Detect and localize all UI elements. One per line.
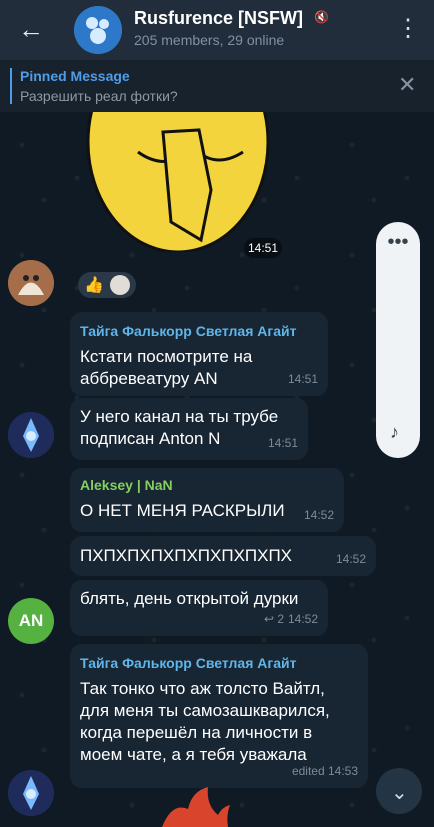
reply-count[interactable]: ↩ 2 xyxy=(264,608,284,630)
chat-header: ← Rusfurence [NSFW] 🔇 205 members, 29 on… xyxy=(0,0,434,60)
music-note-icon: ♪ xyxy=(390,422,399,442)
pinned-text: Разрешить реал фотки? xyxy=(20,88,178,104)
message-time: 14:52 xyxy=(287,612,318,626)
close-pinned-icon[interactable]: ✕ xyxy=(398,72,416,98)
chevron-down-icon: ⌄ xyxy=(391,782,408,804)
edited-time: edited 14:53 xyxy=(291,764,358,778)
message-time: 14:52 xyxy=(335,552,366,566)
message-text: ПХПХПХПХПХПХПХПХПХ xyxy=(80,546,293,565)
message-text: У него канал на ты трубе подписан Anton … xyxy=(80,407,279,448)
message-bubble[interactable]: Тайга Фалькорр Светлая Агайт Так тонко ч… xyxy=(70,644,368,788)
scroll-dots-icon: ••• xyxy=(387,231,409,253)
back-arrow-icon[interactable]: ← xyxy=(18,14,48,44)
pinned-stripe xyxy=(10,68,12,104)
avatar[interactable]: AN xyxy=(8,598,54,644)
facepalm-sticker[interactable] xyxy=(78,112,278,254)
scrollbar-handle[interactable]: ••• ♪ xyxy=(376,222,420,458)
more-options-icon[interactable]: ⋮ xyxy=(396,14,420,44)
sender-name: Aleksey | NaN xyxy=(80,477,173,493)
message-bubble[interactable]: блять, день открытой дурки ↩ 2 14:52 xyxy=(70,580,328,636)
reaction-avatar xyxy=(110,275,130,295)
avatar[interactable] xyxy=(8,770,54,816)
pinned-title: Pinned Message xyxy=(20,68,130,84)
message-bubble[interactable]: Aleksey | NaN О НЕТ МЕНЯ РАСКРЫЛИ 14:52 xyxy=(70,468,344,532)
message-time: 14:51 xyxy=(287,372,318,386)
message-bubble[interactable]: У него канал на ты трубе подписан Anton … xyxy=(70,398,308,460)
scroll-down-button[interactable]: ⌄ xyxy=(376,768,422,814)
muted-icon: 🔇 xyxy=(314,10,329,24)
message-time: 14:51 xyxy=(267,436,298,450)
sticker-time: 14:51 xyxy=(244,238,282,258)
message-text: Кстати посмотрите на аббревеатуру AN xyxy=(80,347,253,388)
avatar[interactable] xyxy=(8,412,54,458)
avatar[interactable] xyxy=(8,260,54,306)
chat-area: 14:51 👍 Тайга Фалькорр Светлая Агайт Кст… xyxy=(0,112,434,827)
message-time: 14:52 xyxy=(303,508,334,522)
reactions-bar[interactable]: 👍 xyxy=(78,272,136,298)
thumbs-up-icon: 👍 xyxy=(84,277,104,294)
fire-sticker[interactable] xyxy=(154,784,236,827)
sender-name: Тайга Фалькорр Светлая Агайт xyxy=(80,323,297,339)
group-avatar[interactable] xyxy=(74,6,122,54)
message-text: Так тонко что аж толсто Вайтл, для меня … xyxy=(80,679,330,764)
chat-subtitle: 205 members, 29 online xyxy=(134,32,285,48)
sender-name: Тайга Фалькорр Светлая Агайт xyxy=(80,655,297,671)
pinned-message-bar[interactable]: Pinned Message Разрешить реал фотки? ✕ xyxy=(0,60,434,112)
message-text: О НЕТ МЕНЯ РАСКРЫЛИ xyxy=(80,501,285,520)
message-bubble[interactable]: Тайга Фалькорр Светлая Агайт Кстати посм… xyxy=(70,312,328,396)
chat-title[interactable]: Rusfurence [NSFW] xyxy=(134,8,303,29)
message-text: блять, день открытой дурки xyxy=(80,589,299,608)
message-bubble[interactable]: ПХПХПХПХПХПХПХПХПХ 14:52 xyxy=(70,536,376,576)
